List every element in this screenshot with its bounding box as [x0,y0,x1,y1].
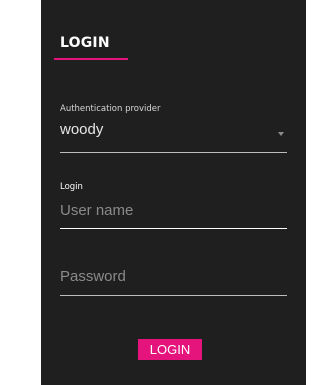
login-field: Login [60,182,287,230]
tab-login[interactable]: LOGIN [54,32,128,60]
username-input[interactable] [60,202,260,219]
active-tab-indicator [54,58,128,60]
auth-provider-select[interactable]: Authentication provider woody [60,104,287,154]
auth-provider-label: Authentication provider [60,104,161,114]
auth-provider-value: woody [60,121,104,138]
tab-login-label: LOGIN [60,35,110,51]
auth-provider-underline [60,152,287,153]
login-panel: LOGIN Authentication provider woody Logi… [41,0,306,385]
login-label: Login [60,182,83,192]
password-input[interactable] [60,268,260,285]
username-underline [60,228,287,229]
login-button[interactable]: LOGIN [138,339,202,360]
password-field [60,266,287,298]
caret-down-icon [278,132,284,136]
password-underline [60,295,287,296]
